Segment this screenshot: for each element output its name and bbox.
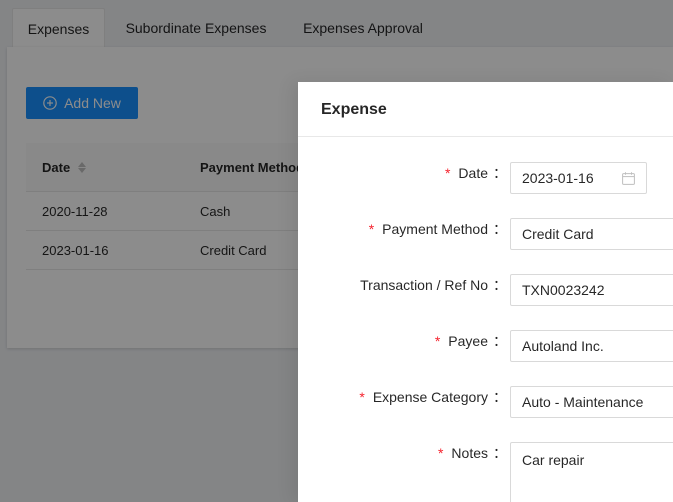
form-row-notes: * Notes ： Car repair [298, 442, 673, 502]
notes-label-text: Notes [451, 445, 488, 461]
expense-category-select[interactable]: Auto - Maintenance [510, 386, 673, 418]
required-mark: * [368, 221, 375, 237]
label-colon: ： [493, 445, 507, 461]
expense-category-label: * Expense Category ： [359, 387, 507, 407]
required-mark: * [444, 165, 451, 181]
payment-method-select[interactable]: Credit Card [510, 218, 673, 250]
transaction-ref-label: Transaction / Ref No ： [360, 275, 507, 295]
payment-method-label-text: Payment Method [382, 221, 488, 237]
label-colon: ： [493, 165, 507, 181]
notes-label: * Notes ： [438, 443, 507, 463]
transaction-ref-label-text: Transaction / Ref No [360, 277, 488, 293]
date-picker[interactable]: 2023-01-16 [510, 162, 647, 194]
payee-label-text: Payee [448, 333, 488, 349]
required-mark: * [434, 333, 441, 349]
label-colon: ： [493, 333, 507, 349]
required-mark: * [437, 445, 444, 461]
form-row-payee: * Payee ： Autoland Inc. [298, 330, 673, 362]
label-colon: ： [493, 389, 507, 405]
transaction-ref-input[interactable]: TXN0023242 [510, 274, 673, 306]
expense-drawer: Expense * Date ： 2023-01-16 * Payment Metho… [298, 82, 673, 502]
drawer-title: Expense [298, 82, 673, 137]
form-row-transaction-ref: Transaction / Ref No ： TXN0023242 [298, 274, 673, 306]
date-value: 2023-01-16 [522, 170, 594, 186]
label-colon: ： [493, 221, 507, 237]
payee-input[interactable]: Autoland Inc. [510, 330, 673, 362]
form-row-expense-category: * Expense Category ： Auto - Maintenance [298, 386, 673, 418]
calendar-icon [622, 171, 635, 185]
expense-category-label-text: Expense Category [372, 389, 488, 405]
payee-label: * Payee ： [435, 331, 507, 351]
notes-textarea[interactable]: Car repair [510, 442, 673, 502]
label-colon: ： [493, 277, 507, 293]
form-row-date: * Date ： 2023-01-16 [298, 162, 673, 194]
date-label: * Date ： [445, 163, 507, 183]
form-row-payment-method: * Payment Method ： Credit Card [298, 218, 673, 250]
required-mark: * [359, 389, 365, 405]
payment-method-label: * Payment Method ： [369, 219, 507, 239]
date-label-text: Date [458, 165, 488, 181]
